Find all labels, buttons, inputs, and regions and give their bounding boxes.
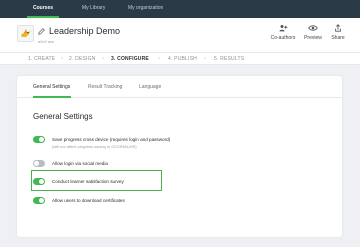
co-authors-icon: [278, 25, 287, 32]
settings-tabs: General Settings Result Tracking Languag…: [17, 76, 342, 98]
course-title-text: Leadership Demo: [49, 26, 121, 36]
setting-satisfaction-survey: Conduct learner satisfaction survey: [33, 178, 124, 185]
satisfaction-survey-toggle[interactable]: [33, 178, 45, 185]
preview-label: Preview: [304, 35, 322, 41]
step-publish[interactable]: 4. PUBLISH: [168, 53, 197, 65]
nav-my-library-label: My Library: [82, 5, 106, 11]
preview-button[interactable]: Preview: [303, 24, 323, 41]
course-thumbnail: [17, 25, 34, 42]
tab-language[interactable]: Language: [139, 84, 161, 90]
setting-save-progress: Save progress cross device (requires log…: [33, 136, 170, 149]
section-title: General Settings: [33, 112, 93, 121]
save-progress-toggle[interactable]: [33, 136, 45, 143]
course-header: Leadership Demo a0c0 ace Co-authors Prev…: [0, 18, 360, 52]
bird-logo-icon: [21, 29, 31, 37]
step-separator-icon: ›: [204, 56, 206, 62]
pencil-icon[interactable]: [38, 27, 45, 35]
share-label: Share: [331, 35, 345, 41]
share-icon: [335, 24, 341, 32]
satisfaction-survey-label: Conduct learner satisfaction survey: [52, 179, 124, 184]
toggle-knob: [39, 198, 44, 203]
co-authors-button[interactable]: Co-authors: [270, 24, 296, 41]
step-separator-icon: ›: [102, 56, 104, 62]
setting-download-certificates: Allow users to download certificates: [33, 197, 125, 204]
nav-my-organization-label: My organization: [128, 5, 164, 11]
eye-icon: [308, 25, 318, 31]
step-create[interactable]: 1. CREATE: [28, 53, 55, 65]
social-login-label: Allow login via social media: [52, 161, 108, 166]
save-progress-note: (will not affect progress saving in SCOR…: [52, 144, 137, 149]
nav-my-library[interactable]: My Library: [82, 0, 105, 18]
tab-result-tracking[interactable]: Result Tracking: [88, 84, 122, 90]
step-separator-icon: ›: [61, 56, 63, 62]
step-separator-icon: ›: [158, 56, 160, 62]
nav-my-organization[interactable]: My organization: [128, 0, 163, 18]
course-title[interactable]: Leadership Demo: [38, 26, 120, 36]
co-authors-label: Co-authors: [270, 35, 296, 41]
step-results[interactable]: 5. RESULTS: [214, 53, 244, 65]
tab-active-indicator: [33, 96, 71, 98]
tab-general-settings[interactable]: General Settings: [33, 84, 70, 90]
step-configure[interactable]: 3. CONFIGURE: [111, 53, 149, 65]
workflow-steps: 1. CREATE › 2. DESIGN › 3. CONFIGURE › 4…: [0, 52, 360, 65]
share-button[interactable]: Share: [330, 24, 346, 41]
download-certificates-label: Allow users to download certificates: [52, 198, 125, 203]
social-login-toggle[interactable]: [33, 160, 45, 167]
setting-social-login: Allow login via social media: [33, 160, 108, 167]
nav-courses-label: Courses: [33, 5, 54, 11]
course-subtitle: a0c0 ace: [38, 39, 55, 44]
save-progress-label: Save progress cross device (requires log…: [52, 137, 171, 142]
toggle-knob: [39, 137, 44, 142]
nav-courses[interactable]: Courses: [27, 0, 60, 18]
toggle-knob: [39, 179, 44, 184]
download-certificates-toggle[interactable]: [33, 197, 45, 204]
settings-card: General Settings Result Tracking Languag…: [17, 76, 342, 237]
step-design[interactable]: 2. DESIGN: [69, 53, 96, 65]
top-navigation: Courses My Library My organization: [0, 0, 360, 18]
toggle-knob: [34, 161, 39, 166]
